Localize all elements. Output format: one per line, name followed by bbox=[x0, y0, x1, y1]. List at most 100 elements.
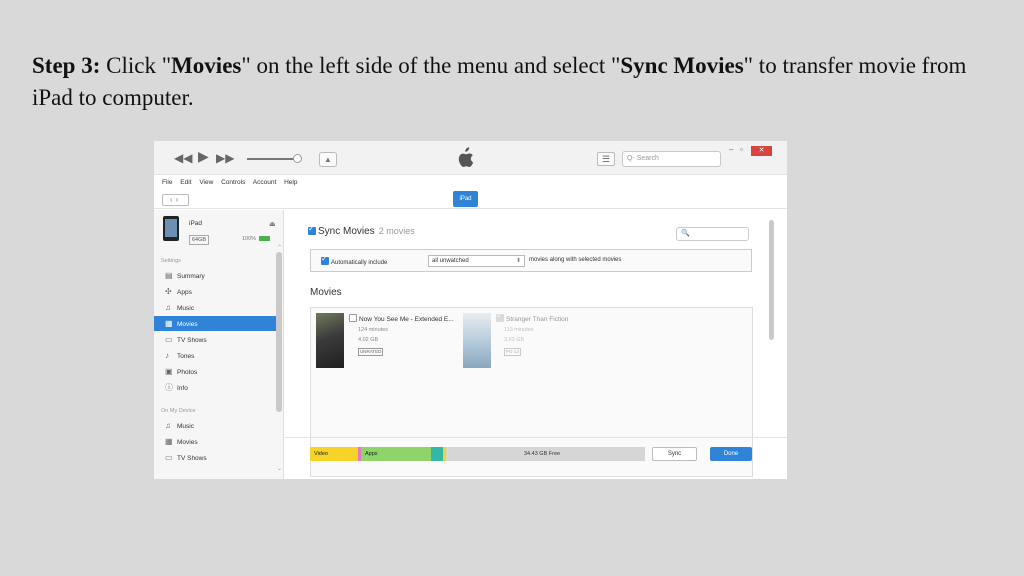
sidebar-item-info[interactable]: ⓘ Info bbox=[154, 380, 276, 395]
sidebar-item-label: Movies bbox=[177, 439, 198, 446]
navigation-row: ‹› iPad bbox=[154, 191, 787, 209]
auto-include-select[interactable]: all unwatched ⬍ bbox=[428, 255, 525, 267]
rating-badge: UNRATED bbox=[358, 348, 384, 356]
checkbox-unchecked-icon[interactable] bbox=[349, 314, 357, 322]
sidebar-item-photos[interactable]: ▣ Photos bbox=[154, 364, 276, 379]
close-icon[interactable]: ✕ bbox=[751, 146, 772, 156]
movie-item-1[interactable]: Now You See Me - Extended E... bbox=[349, 314, 454, 323]
tv-icon: ▭ bbox=[165, 335, 173, 344]
menu-view[interactable]: View bbox=[199, 179, 213, 186]
sidebar-item-music[interactable]: ♫ Music bbox=[154, 300, 276, 315]
checkbox-checked-icon[interactable] bbox=[308, 224, 316, 235]
capacity-free: 34.43 GB Free bbox=[524, 451, 561, 457]
sidebar-item-tones[interactable]: ♪ Tones bbox=[154, 348, 276, 363]
capacity-apps: Apps bbox=[361, 447, 431, 461]
movie-title-row: Stranger Than Fiction bbox=[496, 311, 568, 323]
movies-icon: ▦ bbox=[165, 437, 173, 446]
settings-header: Settings bbox=[161, 258, 181, 264]
minimize-icon[interactable]: – bbox=[729, 145, 733, 154]
sidebar-item-label: TV Shows bbox=[177, 337, 207, 344]
caption-step: Step 3: bbox=[32, 53, 101, 78]
sync-button[interactable]: Sync bbox=[652, 447, 697, 461]
movies-icon: ▦ bbox=[165, 319, 173, 328]
battery-status: 100% bbox=[242, 236, 271, 242]
footer-divider bbox=[285, 437, 787, 438]
list-view-icon[interactable]: ☰ bbox=[597, 152, 615, 166]
movie-poster[interactable] bbox=[463, 313, 491, 368]
apple-logo-icon bbox=[458, 147, 474, 167]
done-button[interactable]: Done bbox=[710, 447, 752, 461]
movie-duration: 113 minutes bbox=[504, 327, 534, 333]
movies-section-title: Movies bbox=[310, 287, 342, 298]
movie-duration: 124 minutes bbox=[358, 327, 388, 333]
caption-text-2: " on the left side of the menu and selec… bbox=[241, 53, 621, 78]
sidebar-item-label: Movies bbox=[177, 321, 198, 328]
auto-include-value: all unwatched bbox=[432, 258, 469, 264]
play-icon[interactable]: ▶ bbox=[198, 149, 209, 163]
apps-icon: ✣ bbox=[165, 287, 172, 296]
music-icon: ♫ bbox=[165, 421, 171, 430]
device-capacity: 64GB bbox=[189, 235, 210, 245]
sidebar-item-device-tv-shows[interactable]: ▭ TV Shows bbox=[154, 450, 276, 465]
menu-controls[interactable]: Controls bbox=[221, 179, 245, 186]
back-forward-icon[interactable]: ‹› bbox=[162, 194, 189, 206]
sidebar-item-label: TV Shows bbox=[177, 455, 207, 462]
summary-icon: ▤ bbox=[165, 271, 173, 280]
movie-size: 3.63 GB bbox=[504, 337, 525, 343]
checkbox-checked-icon[interactable] bbox=[496, 311, 504, 322]
airplay-icon[interactable]: ▲ bbox=[319, 152, 337, 167]
movie-count: 2 movies bbox=[378, 226, 415, 236]
on-my-device-header: On My Device bbox=[161, 408, 196, 414]
search-input[interactable]: Q- Search bbox=[622, 151, 721, 167]
movies-search-input[interactable]: 🔍 bbox=[676, 227, 749, 241]
sidebar-item-device-music[interactable]: ♫ Music bbox=[154, 418, 276, 433]
sidebar-item-tv-shows[interactable]: ▭ TV Shows bbox=[154, 332, 276, 347]
battery-icon bbox=[259, 236, 271, 242]
sidebar-item-device-movies[interactable]: ▦ Movies bbox=[154, 434, 276, 449]
sidebar-item-label: Photos bbox=[177, 369, 198, 376]
sync-movies-checkbox[interactable]: Sync Movies2 movies bbox=[308, 224, 415, 237]
sidebar-item-label: Music bbox=[177, 305, 194, 312]
playback-toolbar: ◀◀ ▶ ▶▶ ▲ ☰ Q- Search – ▫ ✕ bbox=[154, 141, 787, 175]
sidebar-item-label: Apps bbox=[177, 289, 192, 296]
sidebar-item-apps[interactable]: ✣ Apps bbox=[154, 284, 276, 299]
auto-include-checkbox[interactable]: Automatically include bbox=[321, 254, 387, 266]
ipad-thumbnail-icon bbox=[163, 216, 179, 241]
rewind-icon[interactable]: ◀◀ bbox=[174, 151, 192, 165]
device-name: iPad bbox=[189, 220, 203, 227]
forward-icon[interactable]: ▶▶ bbox=[216, 151, 234, 165]
auto-include-box: Automatically include all unwatched ⬍ mov… bbox=[310, 249, 752, 272]
sidebar: iPad ⏏ 64GB 100% Settings ▤ Summary ✣ Apps… bbox=[154, 210, 284, 479]
eject-icon[interactable]: ⏏ bbox=[269, 220, 276, 228]
menu-help[interactable]: Help bbox=[284, 179, 297, 186]
bell-icon: ♪ bbox=[165, 351, 169, 360]
main-scrollbar[interactable] bbox=[769, 220, 774, 340]
caption-text-1: Click " bbox=[100, 53, 172, 78]
volume-slider[interactable] bbox=[247, 158, 297, 160]
menu-edit[interactable]: Edit bbox=[180, 179, 191, 186]
auto-include-suffix: movies along with selected movies bbox=[529, 257, 622, 263]
menu-account[interactable]: Account bbox=[253, 179, 277, 186]
menu-file[interactable]: File bbox=[162, 179, 172, 186]
caption-sync-movies: Sync Movies bbox=[620, 53, 744, 78]
checkbox-checked-icon[interactable] bbox=[321, 254, 329, 265]
scroll-down-icon[interactable]: ⌄ bbox=[277, 465, 282, 472]
capacity-documents bbox=[431, 447, 443, 461]
itunes-window: ◀◀ ▶ ▶▶ ▲ ☰ Q- Search – ▫ ✕ File Edit Vi… bbox=[154, 141, 787, 479]
sidebar-item-label: Music bbox=[177, 423, 194, 430]
scroll-up-icon[interactable]: ⌃ bbox=[277, 244, 282, 251]
instruction-caption: Step 3: Click "Movies" on the left side … bbox=[32, 50, 992, 114]
sidebar-item-movies[interactable]: ▦ Movies bbox=[154, 316, 276, 331]
maximize-icon[interactable]: ▫ bbox=[740, 145, 743, 154]
sidebar-item-summary[interactable]: ▤ Summary bbox=[154, 268, 276, 283]
capacity-video: Video bbox=[310, 447, 358, 461]
device-tab[interactable]: iPad bbox=[453, 191, 478, 207]
movie-poster[interactable] bbox=[316, 313, 344, 368]
caption-movies: Movies bbox=[171, 53, 242, 78]
menu-bar: File Edit View Controls Account Help bbox=[154, 176, 787, 189]
sidebar-scrollbar[interactable] bbox=[276, 252, 282, 412]
tv-icon: ▭ bbox=[165, 453, 173, 462]
volume-knob[interactable] bbox=[293, 154, 302, 163]
movie-title: Now You See Me - Extended E... bbox=[359, 316, 454, 323]
capacity-bar: Video Apps 34.43 GB Free bbox=[310, 447, 645, 461]
